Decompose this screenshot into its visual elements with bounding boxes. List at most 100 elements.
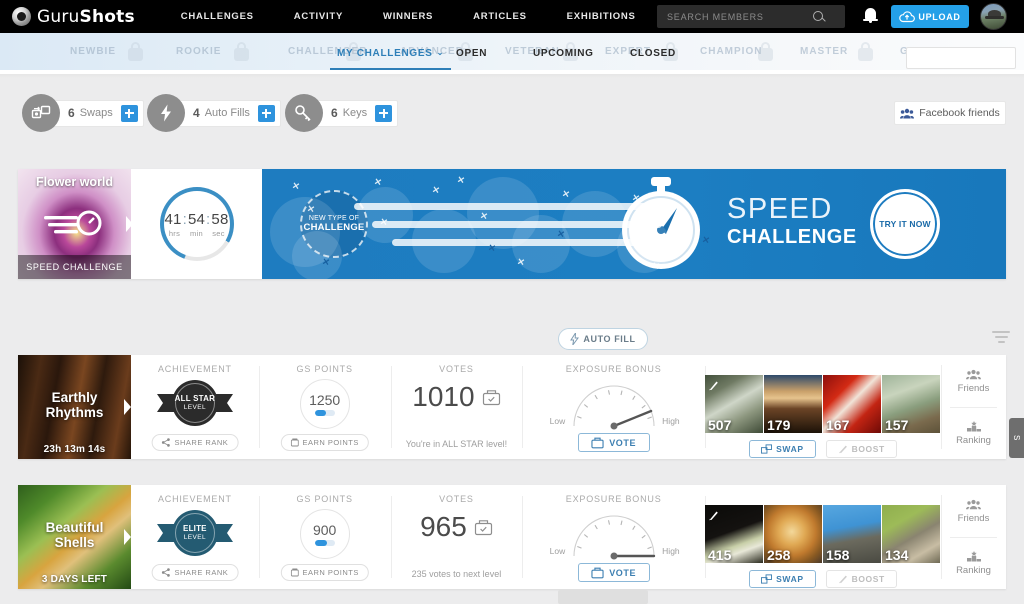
- nav-item-winners[interactable]: WINNERS: [363, 11, 453, 22]
- nav-item-activity[interactable]: ACTIVITY: [274, 11, 363, 22]
- challenge-thumbnail[interactable]: Earthly Rhythms 23h 13m 14s: [18, 355, 131, 459]
- challenge-thumbnail[interactable]: Beautiful Shells 3 DAYS LEFT: [18, 485, 131, 589]
- swap-button[interactable]: SWAP: [749, 570, 816, 588]
- logo-text-guru: Guru: [37, 6, 80, 27]
- row-side-actions: Friends Ranking: [941, 485, 1006, 589]
- coin-icon: [290, 438, 299, 447]
- timer-unit-seconds: sec: [212, 228, 225, 238]
- photo-thumbnail[interactable]: 158: [823, 505, 881, 563]
- speed-challenge-thumbnail[interactable]: Flower world SPEED CHALLENGE: [18, 169, 131, 279]
- gs-points-value: 1250: [309, 392, 341, 408]
- exposure-bonus-cell: EXPOSURE BONUS Low High VOTE: [522, 355, 705, 459]
- ranking-button[interactable]: Ranking: [941, 407, 1006, 459]
- photo-thumbnail[interactable]: 415: [705, 505, 763, 563]
- resource-swaps[interactable]: 6 Swaps: [22, 93, 144, 133]
- share-rank-button[interactable]: SHARE RANK: [151, 434, 239, 451]
- share-icon: [161, 568, 170, 577]
- gs-points-value: 900: [312, 522, 337, 538]
- autofills-count: 4: [193, 106, 200, 120]
- vote-button-label: VOTE: [609, 437, 637, 448]
- facebook-friends-button[interactable]: Facebook friends: [894, 101, 1006, 125]
- resource-keys[interactable]: 6 Keys: [285, 93, 399, 133]
- speed-challenge-type-label: SPEED CHALLENGE: [18, 255, 131, 279]
- speed-challenge-artwork[interactable]: NEW TYPE OF CHALLENGE SPEED CHALLENGE TR…: [262, 169, 1006, 279]
- photo-votes: 258: [767, 547, 791, 563]
- timer-units: hrs min sec: [164, 229, 230, 238]
- boost-button: BOOST: [825, 570, 897, 588]
- gs-points-ring: 1250: [299, 379, 350, 429]
- photo-thumbnail[interactable]: 179: [764, 375, 822, 433]
- nav-item-exhibitions[interactable]: EXHIBITIONS: [547, 11, 656, 22]
- auto-fill-button[interactable]: AUTO FILL: [558, 328, 648, 350]
- add-swaps-button[interactable]: [120, 104, 138, 122]
- active-tab-underline: [330, 68, 451, 70]
- photo-thumbnail[interactable]: 134: [882, 505, 940, 563]
- search-members-box[interactable]: [657, 5, 845, 28]
- achievement-level-name: ELITE: [183, 523, 207, 533]
- banner-headline-line1: SPEED: [727, 193, 833, 225]
- tab-my-challenges[interactable]: MY CHALLENGES ⌄: [330, 48, 451, 70]
- challenge-level-subnav: NEWBIE ROOKIE CHALLENGER ADVANCED VETERAN EXP…: [0, 33, 1024, 74]
- achievement-cell: ACHIEVEMENT ELITE LEVEL SHARE RANK: [131, 485, 259, 589]
- search-icon[interactable]: [812, 10, 826, 24]
- votes-subtext: You're in ALL STAR level!: [405, 439, 508, 449]
- swap-button[interactable]: SWAP: [749, 440, 816, 458]
- side-support-tab[interactable]: S: [1009, 418, 1024, 458]
- user-avatar[interactable]: [980, 3, 1007, 30]
- nav-item-challenges[interactable]: CHALLENGES: [161, 11, 274, 22]
- photo-thumbnail[interactable]: 507: [705, 375, 763, 433]
- subnav-shadow: [0, 74, 1024, 78]
- gs-points-cell: GS POINTS 900 EARN POINTS: [258, 485, 391, 589]
- row-arrow: [124, 399, 131, 415]
- tab-closed[interactable]: CLOSED: [630, 48, 676, 59]
- filter-icon[interactable]: [992, 331, 1010, 345]
- add-keys-button[interactable]: [375, 104, 393, 122]
- votes-value: 1010: [412, 381, 475, 412]
- artwork-sparkle: ✕: [487, 242, 497, 254]
- earn-points-button[interactable]: EARN POINTS: [280, 564, 369, 581]
- tab-upcoming[interactable]: UPCOMING: [533, 48, 594, 59]
- earn-points-button[interactable]: EARN POINTS: [280, 434, 369, 451]
- upload-button[interactable]: UPLOAD: [891, 5, 969, 28]
- add-autofills-button[interactable]: [257, 104, 275, 122]
- photo-thumbnail[interactable]: 167: [823, 375, 881, 433]
- swap-button-label: SWAP: [776, 444, 804, 454]
- tab-open[interactable]: OPEN: [456, 48, 487, 59]
- resource-auto-fills[interactable]: 4 Auto Fills: [147, 93, 281, 133]
- nav-item-articles[interactable]: ARTICLES: [453, 11, 547, 22]
- photo-thumbnail[interactable]: 258: [764, 505, 822, 563]
- vote-button-label: VOTE: [609, 567, 637, 578]
- vote-button[interactable]: VOTE: [577, 433, 650, 452]
- votes-value: 965: [420, 511, 467, 542]
- timer-seconds: 58: [211, 210, 229, 228]
- resource-bar: 6 Swaps 4 Auto Fills 6 Keys: [0, 93, 1024, 135]
- subnav-side-panel: [906, 47, 1016, 69]
- share-rank-button[interactable]: SHARE RANK: [151, 564, 239, 581]
- gs-points-cell: GS POINTS 1250 EARN POINTS: [258, 355, 391, 459]
- vote-button[interactable]: VOTE: [577, 563, 650, 582]
- votes-label: VOTES: [439, 364, 474, 374]
- timer-progress-ring: 41:54:58 hrs min sec: [159, 187, 234, 261]
- bolt-icon: [147, 94, 185, 132]
- friends-label: Friends: [957, 512, 990, 524]
- artwork-stripe: [372, 221, 662, 228]
- try-it-now-button[interactable]: TRY IT NOW: [870, 189, 940, 259]
- photo-thumbnail[interactable]: 157: [882, 375, 940, 433]
- ranking-button[interactable]: Ranking: [941, 537, 1006, 589]
- friends-button[interactable]: Friends: [941, 355, 1006, 407]
- gs-points-progress: [314, 540, 335, 546]
- challenge-title: Beautiful Shells: [18, 520, 131, 550]
- friends-button[interactable]: Friends: [941, 485, 1006, 537]
- search-input[interactable]: [657, 11, 812, 22]
- notifications-bell-icon[interactable]: [862, 8, 878, 25]
- facebook-friends-label: Facebook friends: [919, 107, 1000, 119]
- share-rank-label: SHARE RANK: [174, 438, 229, 447]
- rocket-icon: [838, 445, 847, 454]
- exposure-bonus-cell: EXPOSURE BONUS Low High VOTE: [522, 485, 705, 589]
- gauge-high-label: High: [662, 546, 680, 556]
- gurushots-logo[interactable]: GuruShots: [12, 7, 135, 27]
- boost-button: BOOST: [825, 440, 897, 458]
- artwork-sparkle: ✕: [701, 234, 711, 246]
- speed-challenge-timer: 41:54:58 hrs min sec: [131, 169, 262, 279]
- photo-votes: 415: [708, 547, 732, 563]
